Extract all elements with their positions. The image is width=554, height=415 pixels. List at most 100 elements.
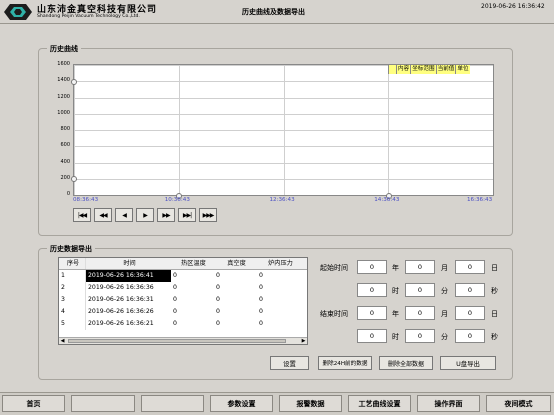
cell-pressure: 0 bbox=[259, 308, 263, 315]
operation-screen-button[interactable]: 操作界面 bbox=[417, 395, 480, 412]
start-hour-unit: 时 bbox=[392, 287, 399, 295]
cell-no: 1 bbox=[59, 270, 86, 282]
start-year-field[interactable]: 0 bbox=[357, 260, 387, 274]
alarm-data-button[interactable]: 报警数据 bbox=[279, 395, 342, 412]
usb-export-button[interactable]: U盘导出 bbox=[440, 356, 496, 370]
table-row[interactable]: 2 2019-06-26 16:36:36 0 0 0 bbox=[59, 282, 307, 294]
scroll-right-icon[interactable]: ▶ bbox=[300, 338, 307, 344]
end-minute-unit: 分 bbox=[441, 333, 448, 341]
start-minute-field[interactable]: 0 bbox=[405, 283, 435, 297]
start-hour-field[interactable]: 0 bbox=[357, 283, 387, 297]
cell-time: 2019-06-26 16:36:36 bbox=[88, 284, 154, 291]
table-row[interactable]: 1 2019-06-26 16:36:41 0 0 0 bbox=[59, 270, 307, 282]
start-day-unit: 日 bbox=[491, 264, 498, 272]
history-chart-plot[interactable] bbox=[73, 64, 494, 196]
chart-legend-header: 内容 坐标范围 当前值 单位 bbox=[388, 65, 470, 74]
blank-button-1[interactable] bbox=[71, 395, 135, 412]
cell-no: 2 bbox=[59, 282, 86, 294]
end-year-field[interactable]: 0 bbox=[357, 306, 387, 320]
table-row[interactable]: 4 2019-06-26 16:36:26 0 0 0 bbox=[59, 306, 307, 318]
parameter-settings-button[interactable]: 参数设置 bbox=[210, 395, 273, 412]
y-tick-label: 200 bbox=[60, 174, 70, 181]
table-header: 序号 时间 热区温度 真空度 炉内压力 bbox=[59, 258, 307, 270]
company-name-en: Shandong Peijin Vacuum Technology Co.,Lt… bbox=[37, 14, 140, 19]
x-tick-label: 08:36:43 bbox=[73, 197, 99, 203]
process-curve-settings-button[interactable]: 工艺曲线设置 bbox=[348, 395, 411, 412]
history-data-table[interactable]: 序号 时间 热区温度 真空度 炉内压力 1 2019-06-26 16:36:4… bbox=[58, 257, 308, 345]
col-vacuum[interactable]: 真空度 bbox=[214, 258, 257, 269]
cell-pressure: 0 bbox=[259, 296, 263, 303]
cell-no: 5 bbox=[59, 318, 86, 330]
y-cursor-bottom[interactable] bbox=[71, 176, 77, 182]
end-hour-field[interactable]: 0 bbox=[357, 329, 387, 343]
cell-no: 3 bbox=[59, 294, 86, 306]
scroll-thumb[interactable] bbox=[68, 339, 286, 343]
setup-button[interactable]: 设置 bbox=[270, 356, 309, 370]
night-mode-button[interactable]: 夜间模式 bbox=[486, 395, 551, 412]
end-day-field[interactable]: 0 bbox=[455, 306, 485, 320]
cell-time: 2019-06-26 16:36:31 bbox=[88, 296, 154, 303]
cell-time: 2019-06-26 16:36:26 bbox=[88, 308, 154, 315]
end-minute-field[interactable]: 0 bbox=[405, 329, 435, 343]
cell-no: 4 bbox=[59, 306, 86, 318]
start-time-label: 起始时间 bbox=[320, 264, 348, 272]
col-temp[interactable]: 热区温度 bbox=[171, 258, 214, 269]
y-tick-label: 1400 bbox=[57, 77, 70, 84]
cell-pressure: 0 bbox=[259, 272, 263, 279]
start-second-unit: 秒 bbox=[491, 287, 498, 295]
history-curve-title: 历史曲线 bbox=[47, 44, 81, 54]
start-day-field[interactable]: 0 bbox=[455, 260, 485, 274]
table-horizontal-scrollbar[interactable]: ◀ ▶ bbox=[59, 337, 307, 344]
blank-button-2[interactable] bbox=[141, 395, 204, 412]
table-row[interactable]: 5 2019-06-26 16:36:21 0 0 0 bbox=[59, 318, 307, 330]
scroll-left-icon[interactable]: ◀ bbox=[59, 338, 66, 344]
col-time[interactable]: 时间 bbox=[86, 258, 171, 269]
history-chart bbox=[74, 65, 493, 195]
delete-all-data-button[interactable]: 删除全部数据 bbox=[379, 356, 433, 370]
cell-temp: 0 bbox=[173, 272, 177, 279]
y-tick-label: 1600 bbox=[57, 61, 70, 67]
y-tick-label: 1200 bbox=[57, 93, 70, 100]
play-button[interactable]: ▶▶▶ bbox=[199, 208, 217, 222]
x-tick-label: 10:36:43 bbox=[164, 197, 190, 203]
end-day-unit: 日 bbox=[491, 310, 498, 318]
forward-button[interactable]: ▶ bbox=[136, 208, 154, 222]
legend-range: 坐标范围 bbox=[410, 65, 436, 74]
y-cursor-top[interactable] bbox=[71, 79, 77, 85]
x-tick-label: 14:36:43 bbox=[374, 197, 400, 203]
start-second-field[interactable]: 0 bbox=[455, 283, 485, 297]
end-month-field[interactable]: 0 bbox=[405, 306, 435, 320]
delete-old-data-button[interactable]: 删除24H前的数据 bbox=[318, 356, 372, 370]
fast-back-button[interactable]: ◀◀ bbox=[94, 208, 112, 222]
end-time-label: 结束时间 bbox=[320, 310, 348, 318]
first-page-button[interactable]: |◀◀ bbox=[73, 208, 91, 222]
start-minute-unit: 分 bbox=[441, 287, 448, 295]
legend-content: 内容 bbox=[396, 65, 411, 74]
cell-pressure: 0 bbox=[259, 320, 263, 327]
start-month-unit: 月 bbox=[441, 264, 448, 272]
cell-vacuum: 0 bbox=[216, 320, 220, 327]
legend-unit: 单位 bbox=[455, 65, 470, 74]
col-pressure[interactable]: 炉内压力 bbox=[257, 258, 302, 269]
cell-temp: 0 bbox=[173, 308, 177, 315]
back-button[interactable]: ◀ bbox=[115, 208, 133, 222]
cell-vacuum: 0 bbox=[216, 272, 220, 279]
table-row[interactable]: 3 2019-06-26 16:36:31 0 0 0 bbox=[59, 294, 307, 306]
last-page-button[interactable]: ▶▶| bbox=[178, 208, 196, 222]
end-hour-unit: 时 bbox=[392, 333, 399, 341]
cell-temp: 0 bbox=[173, 284, 177, 291]
home-button[interactable]: 首页 bbox=[2, 395, 65, 412]
chart-navigation: |◀◀ ◀◀ ◀ ▶ ▶▶ ▶▶| ▶▶▶ bbox=[73, 208, 217, 222]
x-tick-label: 12:36:43 bbox=[269, 197, 295, 203]
col-no[interactable]: 序号 bbox=[59, 258, 86, 269]
x-tick-label: 16:36:43 bbox=[467, 197, 493, 203]
fast-forward-button[interactable]: ▶▶ bbox=[157, 208, 175, 222]
end-second-field[interactable]: 0 bbox=[455, 329, 485, 343]
y-tick-label: 600 bbox=[60, 142, 70, 149]
y-tick-label: 0 bbox=[66, 191, 70, 197]
current-datetime: 2019-06-26 16:36:42 bbox=[481, 3, 545, 10]
cell-vacuum: 0 bbox=[216, 308, 220, 315]
header-bar: 山东沛金真空科技有限公司 Shandong Peijin Vacuum Tech… bbox=[0, 0, 554, 24]
start-month-field[interactable]: 0 bbox=[405, 260, 435, 274]
company-logo bbox=[4, 4, 32, 20]
